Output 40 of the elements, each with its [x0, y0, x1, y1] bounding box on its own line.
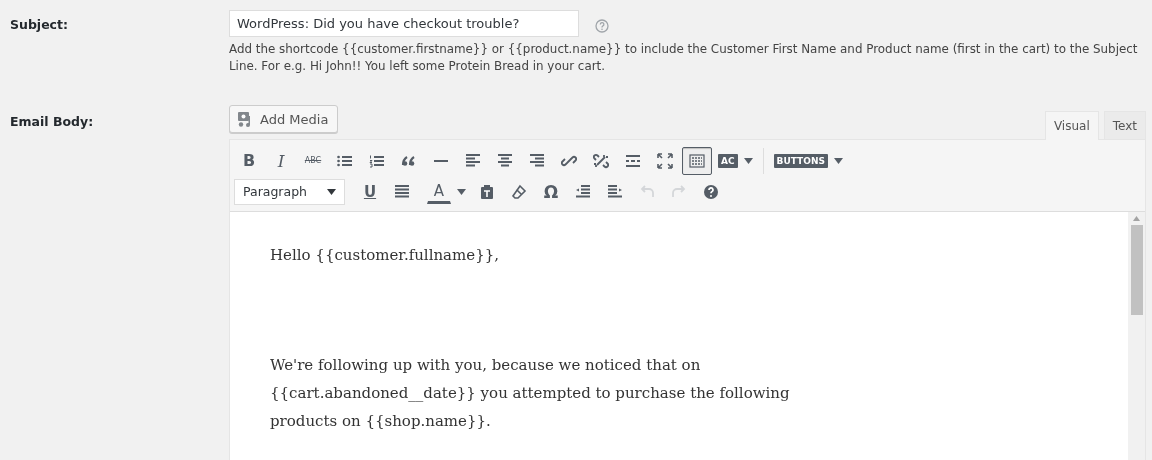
italic-button[interactable]: I	[266, 146, 296, 175]
caret-icon[interactable]	[833, 157, 843, 164]
caret-icon[interactable]	[457, 188, 466, 195]
paste-text-icon	[479, 183, 495, 200]
body-paragraph: Hello {{customer.fullname}},	[270, 245, 500, 266]
editor-tab[interactable]: Visual	[1044, 111, 1099, 140]
field-description: Add the shortcode {{customer.firstname}} or {{product.name}} to include the Customer First Name and Product name (first in the cart) to the Subject Line. For e.g. Hi John!! You left some Protein Bread in your cart.	[229, 41, 1139, 75]
toolbar-toggle-icon	[689, 152, 705, 169]
shortcode-menu-button[interactable]: BUTTONS	[773, 153, 828, 168]
horizontal-line-icon	[434, 159, 448, 162]
scrollbar[interactable]	[1128, 212, 1145, 460]
caret-icon	[327, 188, 336, 195]
read-more-icon	[625, 152, 641, 169]
editor-tab[interactable]: Text	[1103, 111, 1146, 139]
outdent-icon	[575, 183, 591, 200]
underline-button[interactable]: U	[355, 177, 385, 206]
align-center-icon	[497, 152, 513, 169]
toolbar-toggle-button[interactable]	[682, 146, 712, 175]
field-label: Email Body:	[9, 113, 95, 131]
bold-button[interactable]: B	[234, 146, 264, 175]
redo-icon	[671, 183, 687, 200]
fullscreen-icon	[657, 152, 673, 169]
strikethrough-button[interactable]: ABC	[298, 146, 328, 175]
shortcode-menu-button[interactable]: AC	[718, 153, 738, 168]
align-right-icon	[529, 152, 545, 169]
align-left-icon	[465, 152, 481, 169]
body-paragraph: We're following up with you, because we noticed that on {{cart.abandoned__date}} you attempted to purchase the following products on {{shop.name}}.	[270, 355, 791, 432]
clear-formatting-icon	[511, 183, 527, 200]
add-media-button[interactable]: Add Media	[229, 105, 339, 133]
help-icon	[703, 183, 719, 200]
format-dropdown[interactable]: Paragraph	[234, 178, 345, 205]
indent-icon	[607, 183, 623, 200]
unlink-icon	[593, 152, 609, 169]
undo-icon	[639, 183, 655, 200]
caret-icon[interactable]	[743, 157, 753, 164]
special-character-button[interactable]: Ω	[536, 177, 566, 206]
subject-field[interactable]: WordPress: Did you have checkout trouble?	[229, 10, 579, 37]
justify-icon	[394, 183, 410, 200]
text-color-button[interactable]: A	[427, 179, 451, 204]
field-label: Subject:	[9, 16, 69, 34]
